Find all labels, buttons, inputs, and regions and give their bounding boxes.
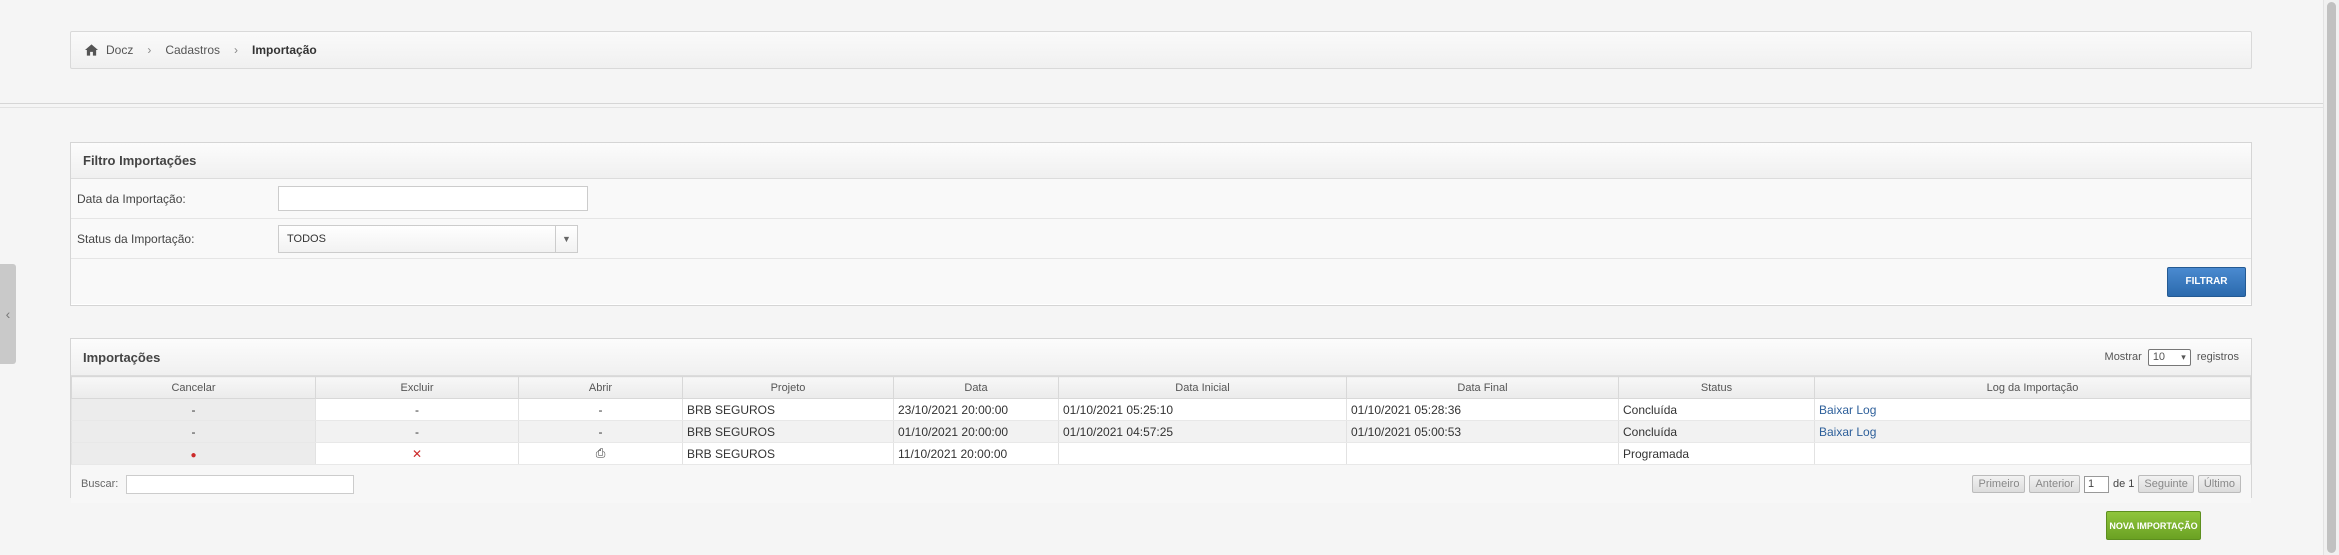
status-select[interactable]: TODOS ▼ [278, 224, 578, 253]
sidebar-toggle[interactable]: ‹ [0, 264, 16, 364]
print-icon[interactable]: ⎙ [596, 446, 606, 460]
column-header-abrir[interactable]: Abrir [518, 376, 683, 399]
table-row: - - - BRB SEGUROS 01/10/2021 20:00:00 01… [71, 420, 2251, 443]
imports-panel-title: Importações [83, 349, 161, 365]
table-row: - - - BRB SEGUROS 23/10/2021 20:00:00 01… [71, 398, 2251, 421]
table-footer: Buscar: Primeiro Anterior 1 de 1 Seguint… [71, 465, 2251, 503]
column-header-data-final[interactable]: Data Final [1346, 376, 1619, 399]
page-size-control: Mostrar 10 ▾ registros [2104, 348, 2239, 366]
imports-panel-header: Importações Mostrar 10 ▾ registros [71, 339, 2251, 376]
filter-panel-title: Filtro Importações [71, 143, 2251, 179]
divider [0, 103, 2323, 104]
start-date-cell: 01/10/2021 04:57:25 [1058, 420, 1347, 443]
status-row: Status da Importação: TODOS ▼ [71, 219, 2251, 259]
imports-table: Cancelar Excluir Abrir Projeto Data Data… [71, 376, 2251, 465]
end-date-cell [1346, 442, 1619, 465]
records-label: registros [2196, 351, 2239, 363]
date-input[interactable] [278, 186, 588, 211]
breadcrumb-current: Importação [252, 43, 317, 57]
filter-button[interactable]: FILTRAR [2167, 266, 2246, 297]
delete-cell: - [315, 398, 519, 421]
open-cell: - [518, 420, 683, 443]
divider [0, 107, 2323, 108]
open-cell: - [518, 398, 683, 421]
vertical-scrollbar[interactable] [2323, 0, 2339, 555]
status-cell: Concluída [1618, 420, 1815, 443]
project-cell: BRB SEGUROS [682, 442, 894, 465]
status-label: Status da Importação: [77, 231, 195, 246]
search-input[interactable] [126, 474, 355, 494]
start-date-cell: 01/10/2021 05:25:10 [1058, 398, 1347, 421]
new-import-button[interactable]: NOVA IMPORTAÇÃO [2106, 511, 2201, 540]
chevron-left-icon: ‹ [5, 306, 11, 322]
column-header-data[interactable]: Data [893, 376, 1059, 399]
search-box: Buscar: [81, 474, 355, 494]
end-date-cell: 01/10/2021 05:00:53 [1346, 420, 1619, 443]
delete-cell: - [315, 420, 519, 443]
table-header-row: Cancelar Excluir Abrir Projeto Data Data… [71, 376, 2251, 399]
project-cell: BRB SEGUROS [682, 398, 894, 421]
column-header-projeto[interactable]: Projeto [682, 376, 894, 399]
cancel-cell: ● [71, 442, 316, 465]
column-header-data-inicial[interactable]: Data Inicial [1058, 376, 1347, 399]
date-label: Data da Importação: [77, 191, 186, 206]
filter-actions: FILTRAR [71, 259, 2251, 304]
prev-page-button[interactable]: Anterior [2029, 475, 2080, 493]
chevron-right-icon: › [234, 43, 239, 57]
page-size-value: 10 [2152, 351, 2166, 363]
column-header-excluir[interactable]: Excluir [315, 376, 519, 399]
next-page-button[interactable]: Seguinte [2138, 475, 2194, 493]
page-size-select[interactable]: 10 ▾ [2147, 348, 2191, 366]
cancel-icon[interactable]: ● [190, 450, 196, 461]
cancel-cell: - [71, 420, 316, 443]
cancel-cell: - [71, 398, 316, 421]
status-select-value: TODOS [287, 232, 326, 245]
scrollbar-thumb[interactable] [2327, 2, 2336, 553]
breadcrumb: Docz › Cadastros › Importação [70, 31, 2252, 69]
last-page-button[interactable]: Último [2197, 475, 2241, 493]
column-header-cancelar[interactable]: Cancelar [71, 376, 316, 399]
date-cell: 11/10/2021 20:00:00 [893, 442, 1059, 465]
home-icon[interactable] [85, 44, 98, 56]
delete-icon[interactable]: ✕ [412, 447, 422, 461]
date-cell: 23/10/2021 20:00:00 [893, 398, 1059, 421]
date-cell: 01/10/2021 20:00:00 [893, 420, 1059, 443]
date-row: Data da Importação: [71, 179, 2251, 219]
search-label: Buscar: [81, 478, 119, 490]
page-count-label: de 1 [2112, 478, 2135, 490]
status-cell: Concluída [1618, 398, 1815, 421]
pagination: Primeiro Anterior 1 de 1 Seguinte Último [1972, 475, 2241, 493]
start-date-cell [1058, 442, 1347, 465]
breadcrumb-item-docz[interactable]: Docz [106, 43, 133, 57]
log-cell: Baixar Log [1814, 420, 2251, 443]
end-date-cell: 01/10/2021 05:28:36 [1346, 398, 1619, 421]
caret-down-icon[interactable]: ▼ [555, 225, 577, 252]
breadcrumb-item-cadastros[interactable]: Cadastros [165, 43, 220, 57]
show-label: Mostrar [2104, 351, 2142, 363]
page: Docz › Cadastros › Importação ‹ Filtro I… [0, 0, 2323, 555]
filter-panel: Filtro Importações Data da Importação: S… [70, 142, 2252, 306]
column-header-status[interactable]: Status [1618, 376, 1815, 399]
log-cell [1814, 442, 2251, 465]
open-cell: ⎙ [518, 442, 683, 465]
column-header-log[interactable]: Log da Importação [1814, 376, 2251, 399]
download-log-link[interactable]: Baixar Log [1819, 425, 1876, 439]
page-number-input[interactable]: 1 [2083, 475, 2109, 493]
first-page-button[interactable]: Primeiro [1972, 475, 2026, 493]
chevron-right-icon: › [147, 43, 152, 57]
delete-cell: ✕ [315, 442, 519, 465]
table-row: ● ✕ ⎙ BRB SEGUROS 11/10/2021 20:00:00 Pr… [71, 442, 2251, 465]
project-cell: BRB SEGUROS [682, 420, 894, 443]
log-cell: Baixar Log [1814, 398, 2251, 421]
download-log-link[interactable]: Baixar Log [1819, 403, 1876, 417]
status-cell: Programada [1618, 442, 1815, 465]
chevron-down-icon: ▾ [2181, 351, 2186, 362]
imports-panel: Importações Mostrar 10 ▾ registros Cance… [70, 338, 2252, 503]
